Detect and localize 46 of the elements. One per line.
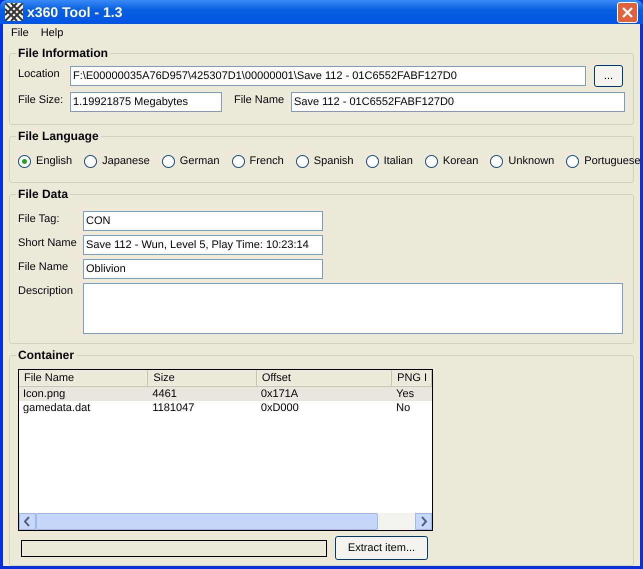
menu-item[interactable]: Help	[40, 24, 64, 42]
scroll-thumb[interactable]	[36, 513, 378, 530]
table-cell-text: 0x171A	[260, 387, 300, 401]
location-field[interactable]: F:\E00000035A76D957\425307D1\00000001\Save 112 - 01C6552FABF127D0	[70, 66, 586, 86]
language-radio[interactable]: Unknown	[490, 153, 554, 170]
field-label: File Size:	[18, 93, 64, 108]
field-label: Short Name	[18, 236, 78, 251]
app-icon	[5, 3, 23, 21]
scroll-left-icon	[19, 513, 36, 530]
field-label: File Tag:	[18, 212, 60, 227]
field-label: File Name	[18, 260, 70, 275]
table-cell-text: 1181047	[151, 401, 196, 415]
file-name-field[interactable]: Save 112 - 01C6552FABF127D0	[291, 92, 625, 112]
extract-button[interactable]: Extract item...	[335, 536, 428, 560]
language-radio[interactable]: Korean	[424, 153, 478, 170]
text-field[interactable]: Save 112 - Wun, Level 5, Play Time: 10:23:14	[83, 235, 323, 255]
language-radio[interactable]: German	[162, 153, 220, 170]
table-cell-text: Icon.png	[22, 387, 66, 401]
table-cell-text: No	[395, 401, 412, 415]
file-size-field[interactable]: 1.19921875 Megabytes	[70, 92, 222, 112]
browse-button[interactable]: ...	[594, 65, 623, 87]
language-radio[interactable]: Italian	[366, 153, 413, 170]
list-row[interactable]: gamedata.dat 1181047 0xD000 No	[19, 401, 432, 415]
list-row[interactable]: Icon.png 4461 0x171A Yes	[19, 387, 432, 401]
field-label: File Name	[234, 93, 286, 108]
menu-item[interactable]: File	[11, 24, 29, 42]
text-field[interactable]: Oblivion	[83, 259, 323, 279]
table-cell-text: gamedata.dat	[22, 401, 92, 415]
horizontal-scrollbar[interactable]	[19, 513, 432, 530]
language-radio[interactable]: Portuguese	[566, 153, 641, 170]
scroll-right-icon	[415, 513, 432, 530]
language-radio[interactable]: English	[18, 153, 72, 170]
language-radio[interactable]: French	[232, 153, 284, 170]
description-field[interactable]	[83, 283, 623, 334]
group-title: File Language	[16, 128, 101, 144]
window-title: x360 Tool - 1.3	[27, 2, 122, 22]
text-field[interactable]: CON	[83, 211, 323, 231]
table-cell-text: 4461	[151, 387, 178, 401]
language-radio[interactable]: Japanese	[84, 153, 150, 170]
field-label: Location	[18, 67, 61, 82]
field-label: Description	[18, 284, 74, 299]
close-button[interactable]	[617, 2, 638, 22]
close-icon	[622, 6, 633, 18]
table-cell-text: 0xD000	[260, 401, 300, 415]
language-radio[interactable]: Spanish	[296, 153, 354, 170]
table-cell-text: Yes	[395, 387, 416, 401]
